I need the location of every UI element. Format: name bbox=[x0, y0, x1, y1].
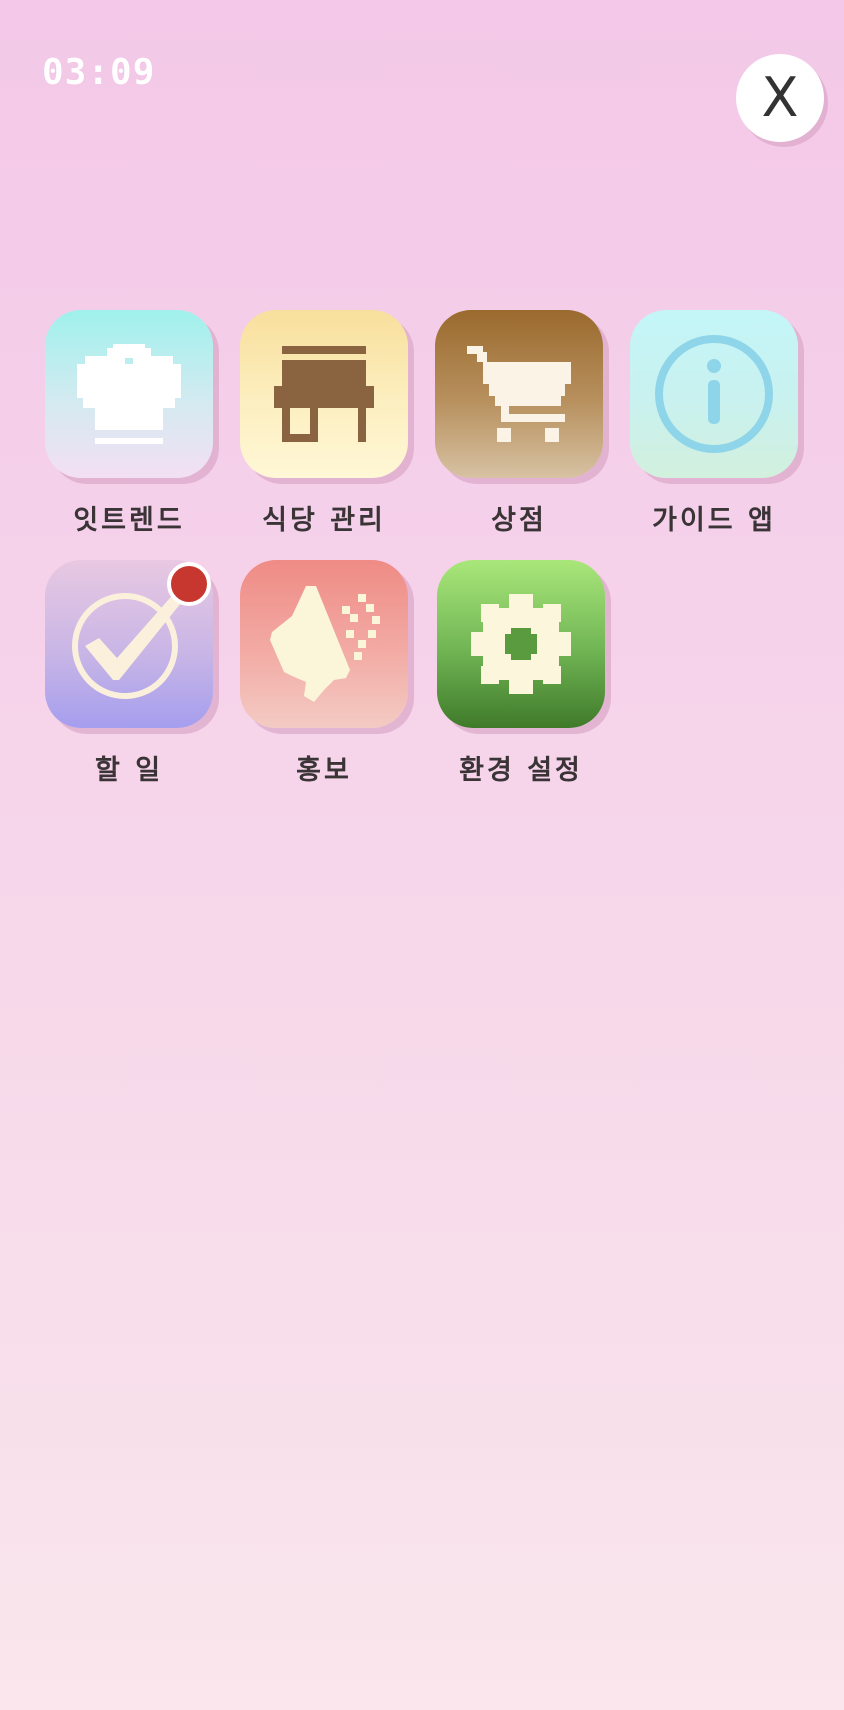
app-tile[interactable] bbox=[435, 310, 603, 478]
notification-badge bbox=[167, 562, 211, 606]
app-label: 할 일 bbox=[94, 755, 164, 786]
close-button[interactable]: X bbox=[736, 54, 824, 142]
app-settings[interactable]: 환경 설정 bbox=[437, 560, 607, 787]
app-tile[interactable] bbox=[45, 560, 213, 728]
clock: 03:09 bbox=[42, 52, 156, 93]
app-restaurant-management[interactable]: 식당 관리 bbox=[240, 310, 410, 537]
app-label: 홍보 bbox=[296, 755, 352, 786]
chef-hat-icon bbox=[77, 344, 181, 444]
app-guide[interactable]: 가이드 앱 bbox=[630, 310, 800, 537]
gear-icon bbox=[471, 594, 571, 694]
restaurant-stall-icon bbox=[274, 346, 374, 442]
app-promotion[interactable]: 홍보 bbox=[240, 560, 410, 787]
checkmark-icon bbox=[72, 590, 185, 699]
close-icon: X bbox=[761, 66, 799, 129]
app-label: 상점 bbox=[491, 505, 547, 536]
app-label: 잇트렌드 bbox=[73, 505, 185, 536]
app-label: 식당 관리 bbox=[262, 505, 386, 536]
app-tile[interactable] bbox=[240, 310, 408, 478]
app-tile[interactable] bbox=[45, 310, 213, 478]
app-tile[interactable] bbox=[240, 560, 408, 728]
app-eat-trend[interactable]: 잇트렌드 bbox=[45, 310, 215, 537]
app-label: 환경 설정 bbox=[459, 755, 583, 786]
app-shop[interactable]: 상점 bbox=[435, 310, 605, 537]
info-icon bbox=[655, 335, 773, 453]
app-todo[interactable]: 할 일 bbox=[45, 560, 215, 787]
app-tile[interactable] bbox=[437, 560, 605, 728]
app-tile[interactable] bbox=[630, 310, 798, 478]
megaphone-icon bbox=[270, 586, 380, 702]
shopping-cart-icon bbox=[467, 346, 571, 442]
app-label: 가이드 앱 bbox=[652, 505, 776, 536]
